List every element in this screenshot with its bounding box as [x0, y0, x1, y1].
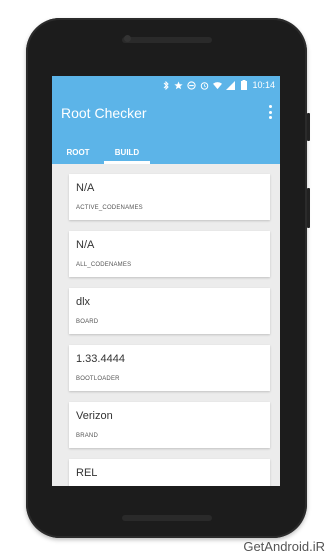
item-value: 1.33.4444	[76, 353, 125, 365]
overflow-menu-icon[interactable]	[266, 105, 274, 119]
front-camera	[124, 35, 131, 42]
tab-bar: ROOT BUILD	[52, 140, 280, 164]
item-value: N/A	[76, 182, 95, 194]
item-label: BRAND	[76, 433, 99, 439]
signal-icon	[226, 80, 236, 90]
battery-icon	[239, 80, 248, 90]
item-value: N/A	[76, 239, 95, 251]
app-bar: Root Checker	[52, 94, 280, 140]
build-info-list: N/A ACTIVE_CODENAMES N/A ALL_CODENAMES d…	[52, 164, 280, 486]
tab-build[interactable]: BUILD	[104, 140, 150, 164]
volume-button	[307, 188, 310, 228]
alarm-icon	[200, 81, 209, 90]
list-item[interactable]: N/A ALL_CODENAMES	[69, 231, 270, 277]
item-label: ACTIVE_CODENAMES	[76, 205, 143, 211]
tab-root[interactable]: ROOT	[52, 140, 104, 164]
list-item[interactable]: REL	[69, 459, 270, 486]
item-label: BOOTLOADER	[76, 376, 120, 382]
list-item[interactable]: dlx BOARD	[69, 288, 270, 334]
bluetooth-icon	[161, 80, 170, 90]
status-time: 10:14	[252, 80, 275, 90]
item-value: REL	[76, 467, 98, 479]
item-value: Verizon	[76, 410, 113, 422]
status-bar: 10:14	[52, 76, 280, 94]
item-value: dlx	[76, 296, 91, 308]
do-not-disturb-icon	[187, 80, 197, 90]
wifi-icon	[213, 81, 223, 90]
power-button	[307, 113, 310, 141]
bottom-speaker	[121, 515, 212, 521]
list-item[interactable]: 1.33.4444 BOOTLOADER	[69, 345, 270, 391]
list-item[interactable]: N/A ACTIVE_CODENAMES	[69, 174, 270, 220]
star-icon	[174, 80, 184, 90]
item-label: ALL_CODENAMES	[76, 262, 132, 268]
top-speaker	[121, 37, 212, 43]
watermark-text: GetAndroid.iR	[243, 539, 325, 554]
app-title: Root Checker	[61, 105, 147, 121]
list-item[interactable]: Verizon BRAND	[69, 402, 270, 448]
phone-screen: 10:14 Root Checker ROOT BUILD N/A ACTIVE…	[52, 76, 280, 486]
item-label: BOARD	[76, 319, 99, 325]
